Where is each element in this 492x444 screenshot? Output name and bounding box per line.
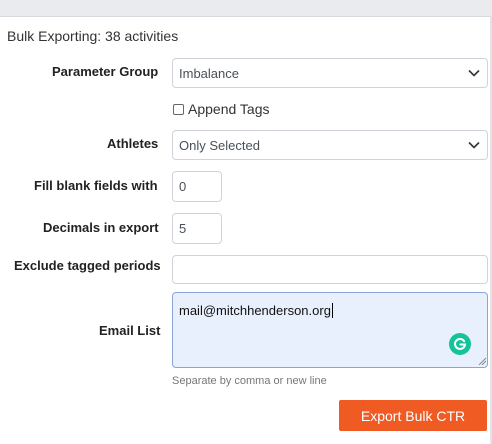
- athletes-select[interactable]: Only Selected: [172, 130, 488, 160]
- fill-blank-value: 0: [179, 179, 187, 194]
- decimals-label: Decimals in export: [43, 220, 159, 235]
- exclude-tagged-label: Exclude tagged periods: [14, 258, 161, 273]
- email-list-textarea[interactable]: mail@mitchhenderson.org: [172, 292, 488, 368]
- text-caret: [331, 303, 333, 318]
- grammarly-icon[interactable]: [449, 333, 471, 355]
- append-tags-row[interactable]: Append Tags: [173, 101, 269, 117]
- decimals-input[interactable]: 5: [172, 213, 222, 244]
- exclude-tagged-input[interactable]: [172, 255, 488, 284]
- append-tags-checkbox[interactable]: [173, 103, 184, 115]
- email-list-hint: Separate by comma or new line: [172, 375, 327, 387]
- parameter-group-value: Imbalance: [179, 65, 239, 81]
- export-bulk-ctr-button[interactable]: Export Bulk CTR: [339, 400, 487, 431]
- chevron-down-icon: [468, 141, 480, 149]
- chevron-down-icon: [468, 69, 480, 77]
- bulk-export-summary: Bulk Exporting: 38 activities: [7, 28, 179, 44]
- fill-blank-input[interactable]: 0: [172, 171, 222, 202]
- append-tags-label: Append Tags: [188, 101, 270, 117]
- resize-grip-icon[interactable]: [478, 357, 486, 365]
- decimals-value: 5: [179, 221, 187, 236]
- athletes-value: Only Selected: [179, 137, 260, 153]
- parameter-group-select[interactable]: Imbalance: [172, 58, 488, 88]
- athletes-label: Athletes: [107, 136, 159, 151]
- email-list-value: mail@mitchhenderson.org: [179, 303, 331, 318]
- email-list-label: Email List: [99, 323, 161, 338]
- parameter-group-label: Parameter Group: [52, 64, 159, 79]
- top-toolbar-strip: [0, 0, 492, 17]
- fill-blank-label: Fill blank fields with: [34, 178, 158, 193]
